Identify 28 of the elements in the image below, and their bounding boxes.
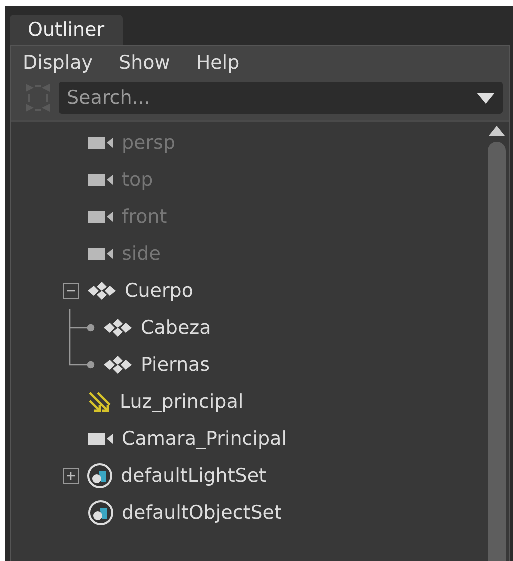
collapse-toggle[interactable] [63, 282, 79, 298]
light-rays-icon [88, 390, 112, 414]
search-field[interactable]: Search... [59, 82, 503, 114]
camera-icon [88, 172, 114, 186]
menu-item[interactable]: Help [196, 52, 240, 80]
outliner-tab[interactable]: Outliner [10, 15, 123, 45]
diamond-cluster-icon [87, 282, 117, 300]
diamond-cluster-icon [103, 356, 133, 374]
diamond-cluster-icon [103, 318, 133, 336]
dropdown-caret-icon[interactable] [477, 93, 495, 104]
scrollbar-thumb[interactable] [488, 142, 506, 561]
menu-item[interactable]: Display [23, 52, 94, 80]
outliner-item[interactable]: Camara_Principal [11, 420, 485, 457]
set-icon [87, 462, 113, 488]
menu-item[interactable]: Show [119, 52, 170, 80]
camera-icon [88, 432, 114, 446]
outliner-item[interactable]: Piernas [11, 346, 485, 383]
outliner-item[interactable]: defaultLightSet [11, 457, 485, 494]
camera-icon [88, 210, 114, 224]
outliner-item[interactable]: Cuerpo [11, 272, 485, 309]
camera-icon [88, 136, 114, 150]
camera-icon [88, 246, 114, 260]
outliner-item[interactable]: defaultObjectSet [11, 494, 485, 531]
outliner-item[interactable]: Cabeza [11, 309, 485, 346]
scroll-up-arrow-icon[interactable] [489, 126, 505, 136]
expand-toggle[interactable] [63, 468, 79, 484]
outliner-item[interactable]: Luz_principal [11, 383, 485, 420]
set-icon [88, 500, 114, 526]
